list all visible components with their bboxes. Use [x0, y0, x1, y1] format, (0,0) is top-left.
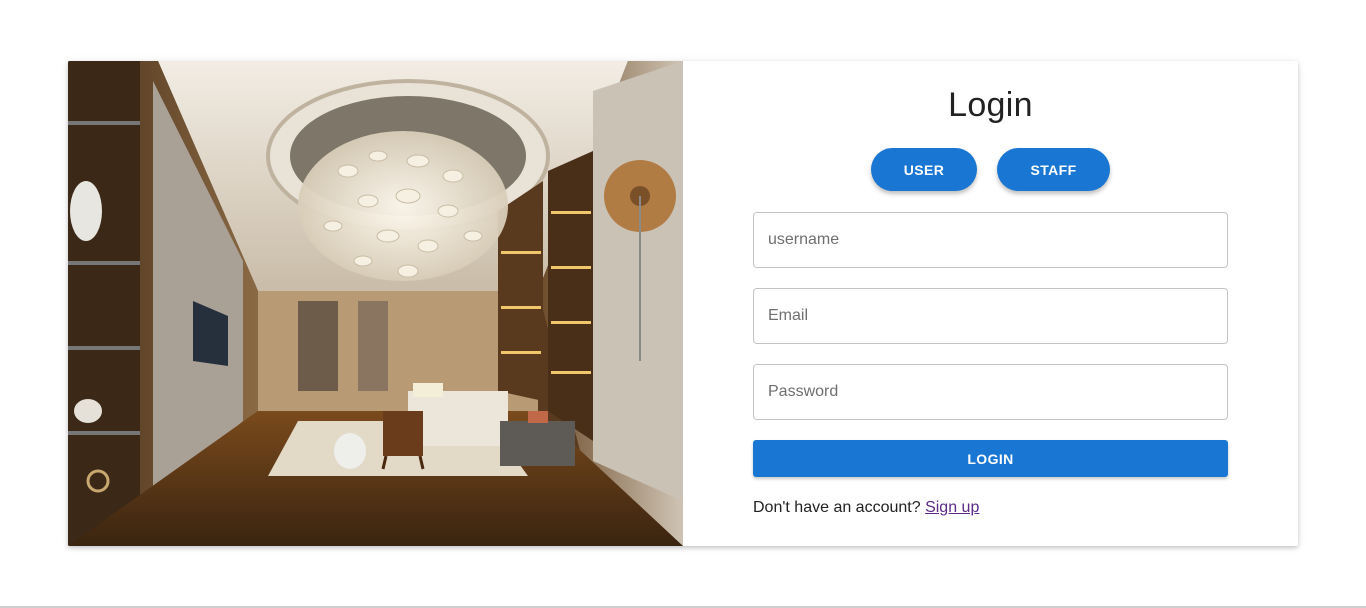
- username-field[interactable]: [753, 212, 1228, 268]
- login-card: Login USER STAFF LOGIN Don't have an acc…: [68, 61, 1298, 546]
- password-field[interactable]: [753, 364, 1228, 420]
- interior-photo: [68, 61, 683, 546]
- signup-prompt: Don't have an account?: [753, 499, 921, 516]
- login-form-panel: Login USER STAFF LOGIN Don't have an acc…: [683, 61, 1298, 546]
- page-title: Login: [948, 86, 1033, 124]
- signup-row: Don't have an account? Sign up: [753, 499, 979, 517]
- login-button[interactable]: LOGIN: [753, 440, 1228, 477]
- email-field[interactable]: [753, 288, 1228, 344]
- user-role-button[interactable]: USER: [871, 148, 977, 191]
- staff-role-button[interactable]: STAFF: [997, 148, 1110, 191]
- signup-link[interactable]: Sign up: [925, 499, 979, 516]
